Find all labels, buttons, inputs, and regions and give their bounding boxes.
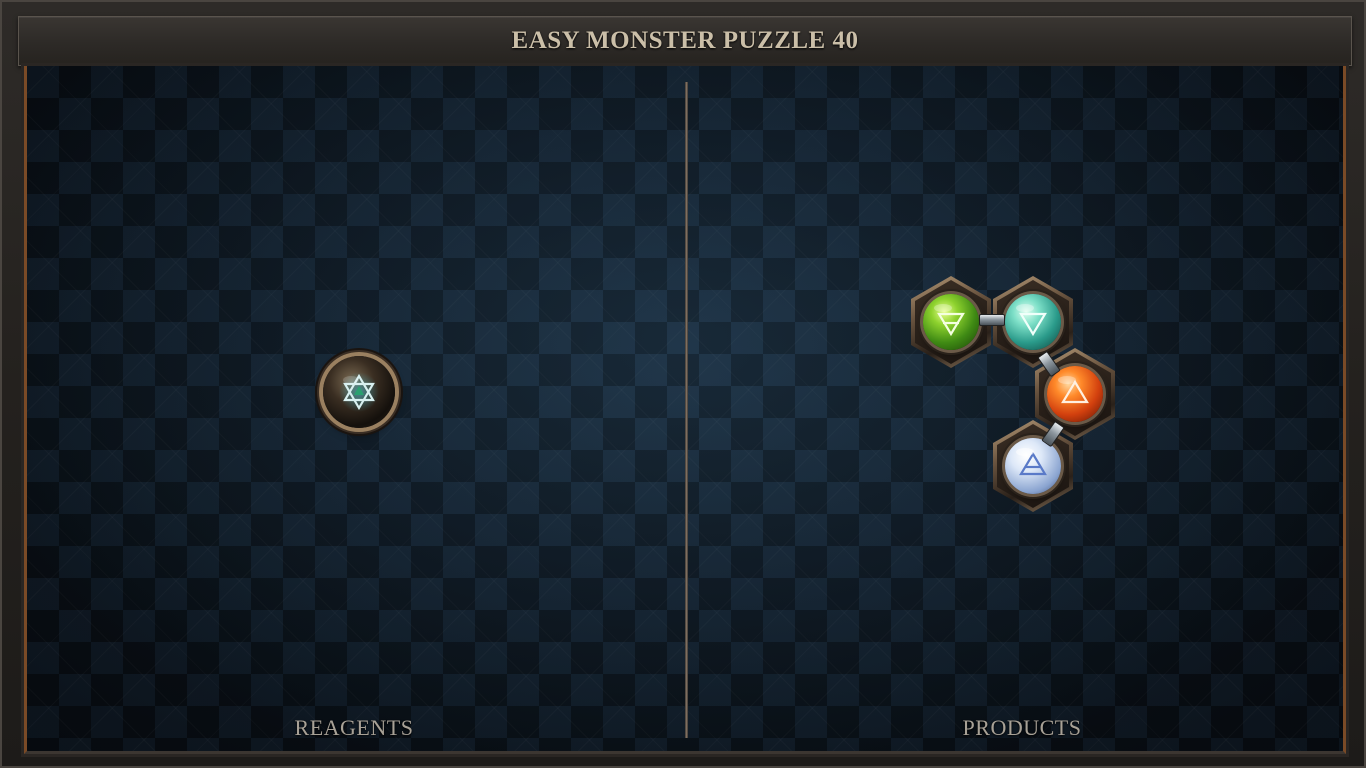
aether-orb bbox=[323, 356, 395, 428]
products-label: PRODUCTS bbox=[962, 715, 1082, 740]
bond-earth-water bbox=[979, 314, 1005, 326]
earth-triangle-icon bbox=[934, 304, 965, 337]
puzzle-board: REAGENTS PRODUCTS bbox=[21, 63, 1349, 757]
panel-divider bbox=[685, 82, 688, 738]
fire-orb bbox=[1047, 366, 1103, 422]
title-bar: EASY MONSTER PUZZLE 40 bbox=[18, 16, 1352, 66]
water-orb bbox=[1005, 294, 1061, 350]
water-triangle-icon bbox=[1016, 304, 1047, 337]
reagents-label: REAGENTS bbox=[294, 715, 414, 740]
air-triangle-icon bbox=[1016, 448, 1047, 476]
fire-triangle-icon bbox=[1058, 376, 1089, 404]
star-of-david-icon bbox=[339, 372, 379, 412]
earth-orb bbox=[923, 294, 979, 350]
product-air-atom[interactable] bbox=[993, 420, 1073, 512]
air-orb bbox=[1005, 438, 1061, 494]
game-frame: EASY MONSTER PUZZLE 40 REAGENTS PRODUCTS bbox=[0, 0, 1366, 768]
puzzle-title: EASY MONSTER PUZZLE 40 bbox=[511, 27, 859, 54]
reagent-aether-atom[interactable] bbox=[321, 354, 401, 434]
